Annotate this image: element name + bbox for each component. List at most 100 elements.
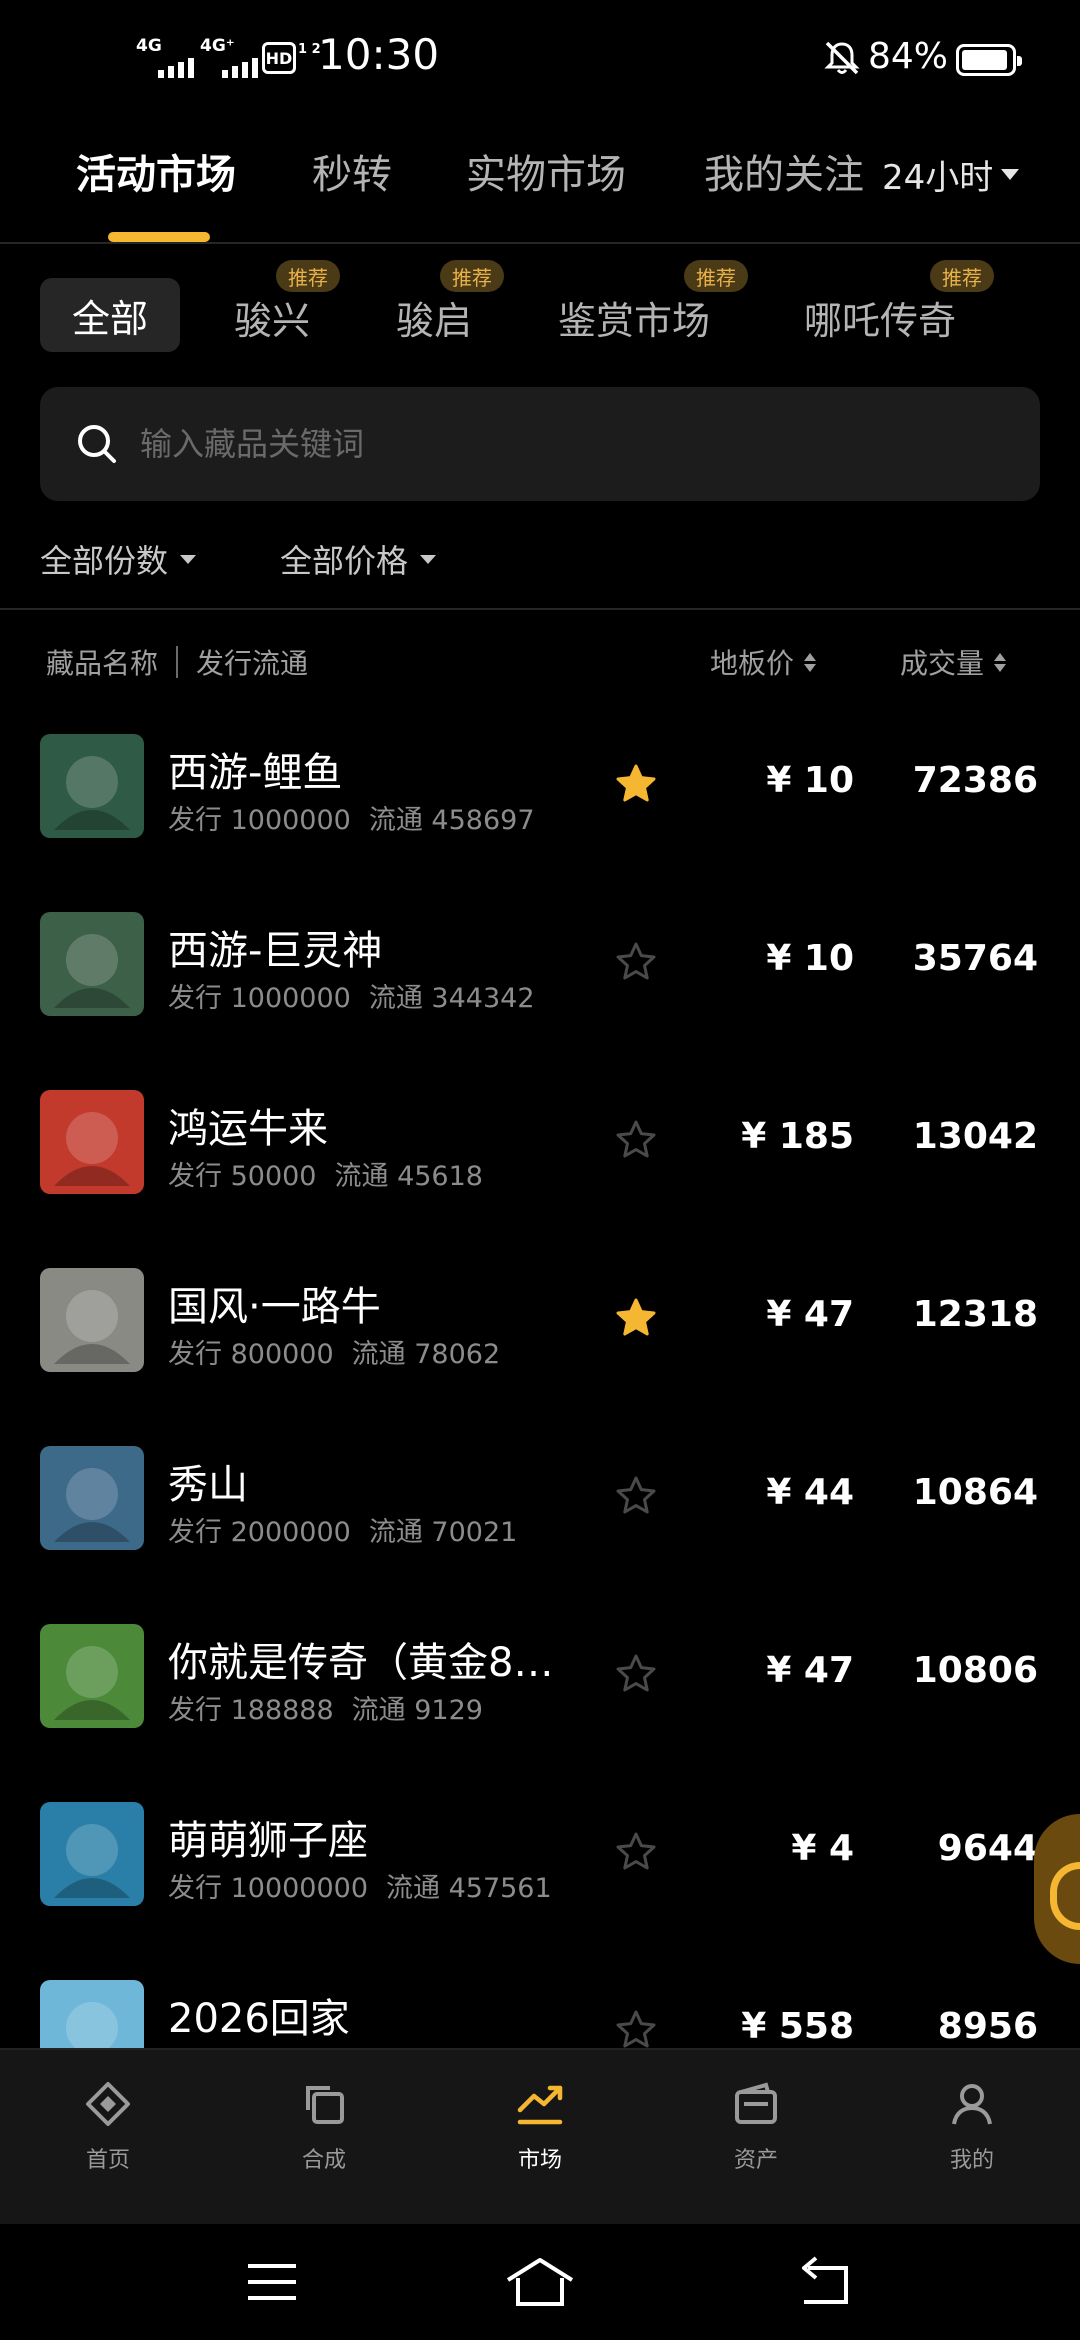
price-filter[interactable]: 全部价格 — [280, 536, 437, 582]
favorite-star-icon[interactable] — [614, 1830, 658, 1874]
list-item[interactable]: 秀山 发行 2000000 流通 70021 ¥ 44 10864 — [0, 1412, 1080, 1590]
recommend-badge: 推荐 — [440, 260, 504, 292]
tab-physical-market[interactable]: 实物市场 — [466, 142, 626, 200]
favorite-star-icon[interactable] — [614, 1652, 658, 1696]
collectible-thumbnail — [40, 912, 144, 1016]
share-count-filter[interactable]: 全部份数 — [40, 536, 197, 582]
item-name: 萌萌狮子座 — [168, 1818, 368, 1864]
favorite-star-icon[interactable] — [614, 1474, 658, 1518]
chip-appreciation-market[interactable]: 鉴赏市场 — [558, 290, 710, 345]
favorite-star-icon[interactable] — [614, 1296, 658, 1340]
user-icon — [952, 2084, 992, 2125]
tab-activity-market[interactable]: 活动市场 — [76, 142, 236, 200]
status-bar: 4G 4G⁺ HD 1 2 10:30 84% — [0, 0, 1080, 120]
collectible-thumbnail — [40, 734, 144, 838]
trade-volume: 12318 — [912, 1294, 1038, 1335]
collection-list: 西游-鲤鱼 发行 1000000 流通 458697 ¥ 10 72386 西游-巨灵神发… — [0, 700, 1080, 2048]
menu-icon[interactable] — [244, 2254, 300, 2310]
collectible-thumbnail — [40, 1090, 144, 1194]
nav-assets-label: 资产 — [733, 2148, 778, 2173]
trade-volume: 10806 — [912, 1650, 1038, 1691]
list-item[interactable]: 国风·一路牛 发行 800000 流通 78062 ¥ 47 12318 — [0, 1234, 1080, 1412]
item-issue-circulation: 发行 188888 流通 9129 — [168, 1688, 483, 1727]
share-count-filter-label: 全部份数 — [40, 542, 169, 580]
market-screen: 4G 4G⁺ HD 1 2 10:30 84% 活动市场 秒转 实物市场 我的关… — [0, 0, 1080, 2340]
floating-assistant-button[interactable] — [1034, 1814, 1080, 1964]
hd-voice-icon: HD — [262, 42, 296, 74]
list-item[interactable]: 西游-巨灵神 发行 1000000 流通 344342 ¥ 10 35764 — [0, 878, 1080, 1056]
recommend-badge: 推荐 — [684, 260, 748, 292]
item-circulation: 流通 70021 — [368, 1517, 518, 1548]
collectible-thumbnail — [40, 1446, 144, 1550]
item-name: 你就是传奇（黄金8… — [168, 1640, 554, 1686]
tab-instant-transfer[interactable]: 秒转 — [312, 142, 392, 200]
divider — [0, 608, 1080, 610]
item-issue-circulation: 发行 1000000 流通 344342 — [168, 976, 535, 1015]
list-item[interactable]: 你就是传奇（黄金8… 发行 188888 流通 9129 ¥ 47 10806 — [0, 1590, 1080, 1768]
list-item[interactable]: 西游-鲤鱼 发行 1000000 流通 458697 ¥ 10 72386 — [0, 700, 1080, 878]
nav-compose-label: 合成 — [301, 2148, 346, 2173]
sort-volume[interactable]: 成交量 — [900, 642, 1007, 682]
period-dropdown[interactable]: 24小时 — [882, 150, 1020, 199]
item-issue: 发行 2000000 — [168, 1517, 351, 1548]
search-bar[interactable] — [40, 387, 1040, 501]
main-tab-bar: 活动市场 秒转 实物市场 我的关注 24小时 — [0, 130, 1080, 242]
header-floor-price: 地板价 — [710, 647, 795, 680]
sort-arrows-icon — [804, 652, 817, 672]
home-diamond-icon — [86, 2082, 130, 2126]
list-item[interactable]: 萌萌狮子座 发行 10000000 流通 457561 ¥ 4 9644 — [0, 1768, 1080, 1946]
battery-icon — [956, 44, 1022, 76]
trade-volume: 35764 — [912, 938, 1038, 979]
nav-home-label: 首页 — [85, 2148, 130, 2173]
nav-compose[interactable]: 合成 — [264, 2080, 384, 2174]
caret-down-icon — [180, 554, 197, 564]
clock: 10:30 — [318, 30, 440, 79]
favorite-star-icon[interactable] — [614, 2008, 658, 2048]
battery-percent: 84% — [868, 36, 949, 77]
header-separator — [176, 646, 179, 678]
floor-price: ¥ 44 — [766, 1472, 854, 1513]
nav-mine-label: 我的 — [949, 2148, 994, 2173]
list-item[interactable]: 鸿运牛来 发行 50000 流通 45618 ¥ 185 13042 — [0, 1056, 1080, 1234]
compose-icon — [306, 2086, 344, 2124]
price-filter-label: 全部价格 — [280, 542, 409, 580]
signal-bars-icon — [222, 58, 258, 78]
list-item[interactable]: 2026回家 ¥ 558 8956 — [0, 1946, 1080, 2048]
floor-price: ¥ 185 — [741, 1116, 854, 1157]
collectible-thumbnail — [40, 1268, 144, 1372]
nav-mine[interactable]: 我的 — [912, 2080, 1032, 2174]
item-issue: 发行 800000 — [168, 1339, 334, 1370]
nav-market[interactable]: 市场 — [480, 2080, 600, 2174]
sort-floor-price[interactable]: 地板价 — [710, 642, 817, 682]
item-issue: 发行 1000000 — [168, 983, 351, 1014]
favorite-star-icon[interactable] — [614, 1118, 658, 1162]
item-name: 西游-巨灵神 — [168, 928, 383, 974]
bottom-nav-bar: 首页 合成 市场 资产 我的 — [0, 2048, 1080, 2224]
item-name: 西游-鲤鱼 — [168, 750, 343, 796]
item-issue-circulation: 发行 800000 流通 78062 — [168, 1332, 500, 1371]
tab-my-following[interactable]: 我的关注 — [704, 142, 864, 200]
favorite-star-icon[interactable] — [614, 940, 658, 984]
caret-down-icon — [1001, 169, 1020, 180]
chip-nezha-legend[interactable]: 哪吒传奇 — [804, 290, 956, 345]
floor-price: ¥ 558 — [741, 2006, 854, 2047]
nav-assets[interactable]: 资产 — [696, 2080, 816, 2174]
floor-price: ¥ 47 — [766, 1650, 854, 1691]
signal-4g-label: 4G — [136, 36, 162, 56]
chip-all[interactable]: 全部 — [40, 278, 180, 352]
item-name: 鸿运牛来 — [168, 1106, 328, 1152]
item-circulation: 流通 457561 — [386, 1873, 552, 1904]
chip-junxing[interactable]: 骏兴 — [234, 290, 310, 345]
search-input[interactable] — [140, 415, 1000, 473]
floor-price: ¥ 4 — [791, 1828, 854, 1869]
nav-home[interactable]: 首页 — [48, 2080, 168, 2174]
trade-volume: 10864 — [912, 1472, 1038, 1513]
header-issue-circulation: 发行流通 — [196, 647, 309, 680]
wallet-icon — [735, 2082, 777, 2124]
home-icon[interactable] — [504, 2254, 576, 2310]
item-issue: 发行 188888 — [168, 1695, 334, 1726]
chip-junqi[interactable]: 骏启 — [396, 290, 472, 345]
caret-down-icon — [420, 554, 437, 564]
favorite-star-icon[interactable] — [614, 762, 658, 806]
back-icon[interactable] — [794, 2254, 854, 2310]
